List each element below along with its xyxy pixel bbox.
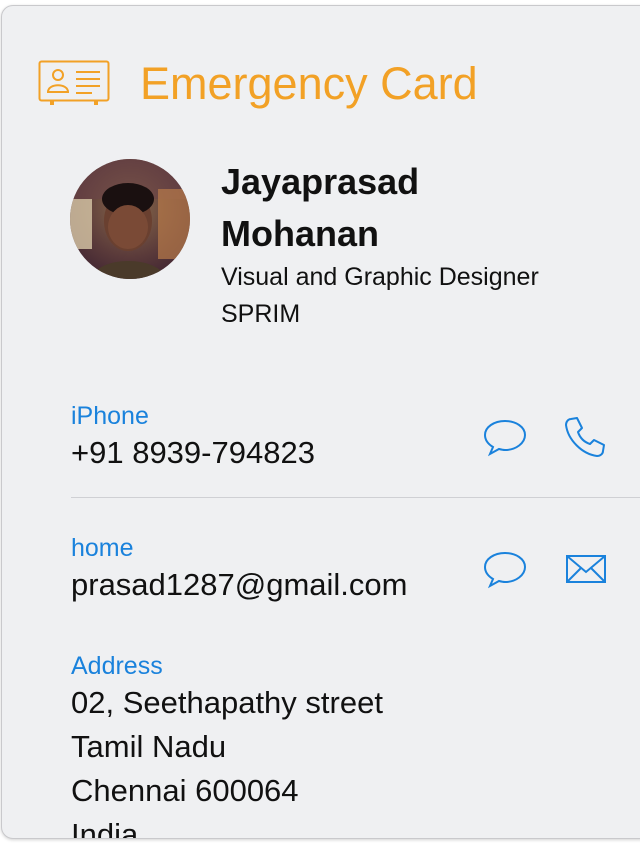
contact-last-name: Mohanan xyxy=(221,213,379,254)
profile-photo xyxy=(70,159,190,279)
address-line-1: 02, Seethapathy street xyxy=(71,685,383,720)
call-button[interactable] xyxy=(562,414,608,460)
contact-organization: SPRIM xyxy=(221,300,301,328)
address-line-3: Chennai 600064 xyxy=(71,773,299,808)
emergency-card: Emergency Card Jayaprasad Mohanan Visual… xyxy=(1,5,640,839)
email-label: home xyxy=(71,534,134,562)
message-email-button[interactable] xyxy=(482,546,528,592)
message-icon xyxy=(483,551,527,589)
phone-value[interactable]: +91 8939-794823 xyxy=(71,431,315,475)
phone-field[interactable]: iPhone +91 8939-794823 xyxy=(71,401,315,475)
contact-details: Jayaprasad Mohanan Visual and Graphic De… xyxy=(221,156,541,332)
email-value[interactable]: prasad1287@gmail.com xyxy=(71,563,407,607)
address-line-2: Tamil Nadu xyxy=(71,729,227,764)
phone-label: iPhone xyxy=(71,402,149,430)
message-icon xyxy=(483,419,527,457)
mail-button[interactable] xyxy=(563,546,609,592)
address-label: Address xyxy=(71,652,163,680)
card-header: Emergency Card xyxy=(38,54,478,112)
address-value[interactable]: 02, Seethapathy street Tamil Nadu Chenna… xyxy=(71,681,383,839)
mail-icon xyxy=(566,555,606,583)
phone-icon xyxy=(565,417,605,457)
contact-first-name: Jayaprasad xyxy=(221,161,420,202)
divider xyxy=(71,497,640,498)
contact-card-icon xyxy=(38,60,110,105)
message-phone-button[interactable] xyxy=(482,414,528,460)
address-field[interactable]: Address 02, Seethapathy street Tamil Nad… xyxy=(71,651,383,839)
contact-job-title: Visual and Graphic Designer xyxy=(221,263,539,291)
avatar xyxy=(70,159,190,279)
address-line-4: India xyxy=(71,817,139,839)
card-title: Emergency Card xyxy=(140,57,478,109)
email-field[interactable]: home prasad1287@gmail.com xyxy=(71,533,407,607)
